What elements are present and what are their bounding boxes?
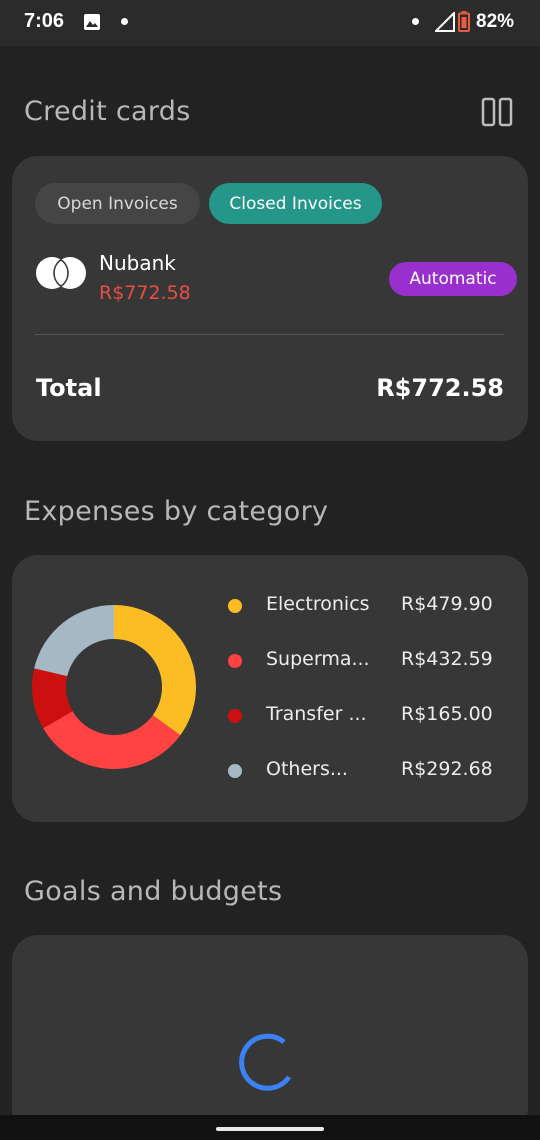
legend-row[interactable]: Others... R$292.68 <box>222 756 512 786</box>
legend-value: R$292.68 <box>401 758 493 780</box>
battery-percentage: 82% <box>476 11 515 32</box>
donut-slice-1[interactable] <box>114 605 196 736</box>
tab-closed-invoices[interactable]: Closed Invoices <box>209 183 382 224</box>
tab-open-invoices[interactable]: Open Invoices <box>35 183 200 224</box>
notification-dot-icon <box>412 18 419 25</box>
legend-row[interactable]: Electronics R$479.90 <box>222 591 512 621</box>
legend-label: Others... <box>266 758 348 780</box>
mastercard-logo-icon <box>36 257 86 289</box>
legend-label: Electronics <box>266 593 370 615</box>
legend-row[interactable]: Transfer ... R$165.00 <box>222 701 512 731</box>
expenses-card: Electronics R$479.90 Superma... R$432.59… <box>12 555 528 822</box>
notification-dot-icon <box>121 18 128 25</box>
signal-icon <box>435 12 455 32</box>
legend-color-dot <box>228 654 242 668</box>
legend-value: R$432.59 <box>401 648 493 670</box>
navigation-bar <box>0 1115 540 1140</box>
credit-cards-card: Open Invoices Closed Invoices Nubank R$7… <box>12 156 528 441</box>
credit-cards-title: Credit cards <box>24 96 191 127</box>
card-amount: R$772.58 <box>99 282 191 304</box>
goals-card <box>12 935 528 1135</box>
status-time: 7:06 <box>24 10 65 32</box>
legend-label: Transfer ... <box>266 703 367 725</box>
legend-label: Superma... <box>266 648 370 670</box>
legend-value: R$165.00 <box>401 703 493 725</box>
donut-slice-4[interactable] <box>34 605 114 677</box>
legend-color-dot <box>228 709 242 723</box>
total-label: Total <box>36 374 102 402</box>
automatic-badge: Automatic <box>389 262 517 296</box>
status-bar: 7:06 82% <box>0 0 540 46</box>
card-name[interactable]: Nubank <box>99 251 176 275</box>
divider <box>35 334 504 335</box>
gallery-icon <box>84 14 100 30</box>
loading-spinner-icon <box>239 1033 292 1091</box>
expenses-donut-chart <box>32 605 196 769</box>
legend-row[interactable]: Superma... R$432.59 <box>222 646 512 676</box>
legend-value: R$479.90 <box>401 593 493 615</box>
home-gesture-handle[interactable] <box>216 1127 324 1131</box>
columns-icon[interactable] <box>481 97 513 127</box>
legend-color-dot <box>228 764 242 778</box>
total-value: R$772.58 <box>376 374 504 402</box>
expenses-title: Expenses by category <box>24 496 329 527</box>
goals-title: Goals and budgets <box>24 876 283 907</box>
battery-icon <box>458 11 470 32</box>
legend-color-dot <box>228 599 242 613</box>
